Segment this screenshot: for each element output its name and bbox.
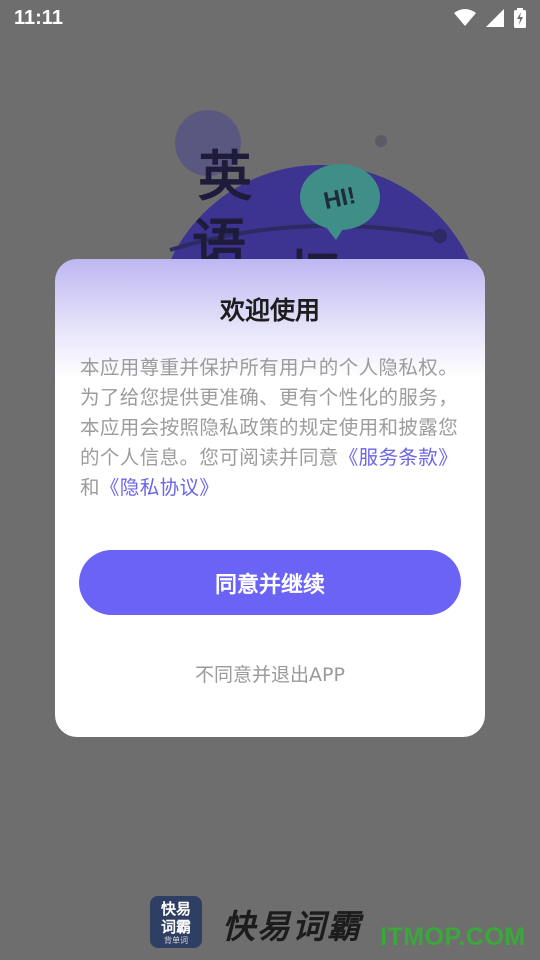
status-time: 11:11 [14, 6, 63, 29]
dialog-body: 本应用尊重并保护所有用户的个人隐私权。为了给您提供更准确、更有个性化的服务，本应… [80, 353, 460, 503]
brand-footer: 快易 词霸 背单词 快易词霸 ITMOP.COM [0, 890, 540, 960]
dialog-title: 欢迎使用 [219, 296, 320, 325]
and-text: 和 [80, 476, 100, 499]
status-icons [454, 8, 526, 28]
watermark: ITMOP.COM [380, 923, 526, 951]
app-logo: 快易 词霸 背单词 [150, 896, 202, 948]
brand-name: 快易词霸 [222, 907, 362, 946]
status-bar: 11:11 [0, 0, 540, 36]
privacy-dialog: 欢迎使用 本应用尊重并保护所有用户的个人隐私权。为了给您提供更准确、更有个性化的… [55, 259, 485, 737]
splash-illustration: HI! [157, 110, 483, 300]
logo-line-1: 快易 [160, 899, 191, 918]
logo-line-2: 词霸 [160, 917, 191, 936]
terms-link[interactable]: 《服务条款》 [339, 446, 458, 469]
agree-button[interactable]: 同意并继续 [79, 550, 461, 615]
battery-icon [514, 8, 526, 28]
orbit-dot [433, 229, 447, 243]
privacy-link[interactable]: 《隐私协议》 [100, 476, 219, 499]
signal-icon [486, 9, 504, 27]
disagree-button[interactable]: 不同意并退出APP [55, 660, 485, 687]
small-dot [375, 135, 387, 147]
wifi-icon [454, 9, 476, 26]
logo-line-3: 背单词 [164, 935, 188, 945]
